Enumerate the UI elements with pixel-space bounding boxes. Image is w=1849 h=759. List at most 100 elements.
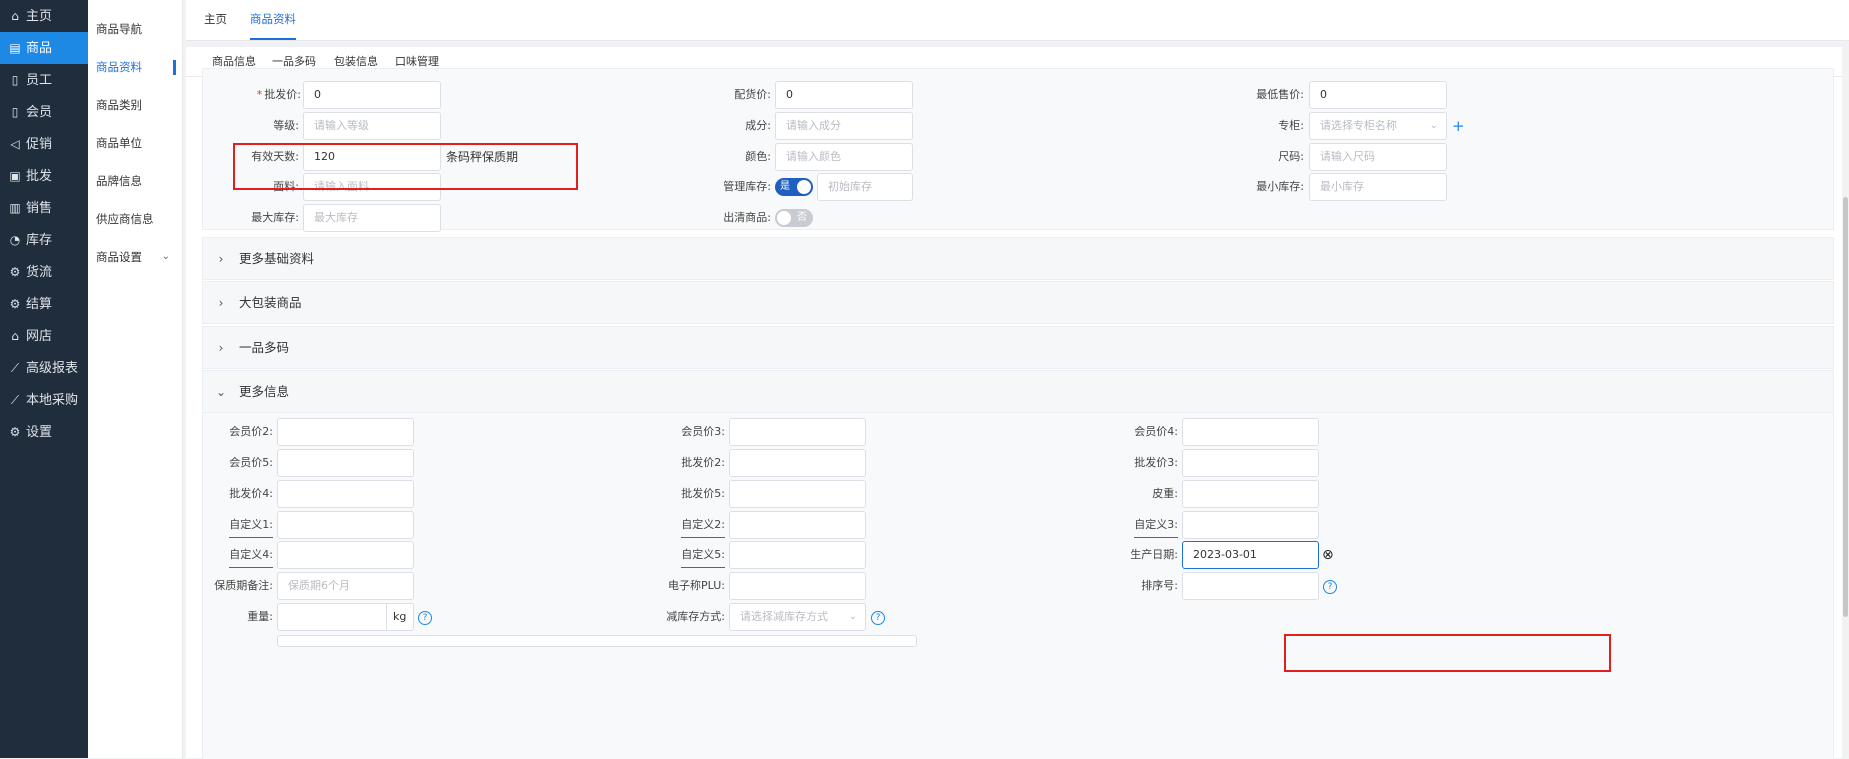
subnav-item-label: 商品导航 <box>96 22 142 36</box>
goods-subnav: 商品导航商品资料商品类别商品单位品牌信息供应商信息商品设置 ⌄ <box>88 0 183 758</box>
more-info-panel: 会员价2: 会员价3: 会员价4: 会员价5: 批发价2: 批发价3: 批发价4… <box>202 412 1834 759</box>
chevron-down-icon: ⌄ <box>1429 120 1438 131</box>
min-stock-input[interactable]: 最小库存 <box>1309 173 1447 201</box>
label-min-price: 最低售价: <box>1256 88 1304 101</box>
nav-item-0[interactable]: ⌂ 主页 <box>0 0 88 32</box>
nav-item-10[interactable]: ⌂ 网店 <box>0 320 88 352</box>
help-icon[interactable]: ? <box>871 611 885 625</box>
nav-item-7[interactable]: ◔ 库存 <box>0 224 88 256</box>
reduce-stock-method-select[interactable]: 请选择减库存方式 ⌄ <box>729 603 866 631</box>
report-icon: ⟋ <box>10 361 20 375</box>
settle-icon: ⚙ <box>9 297 21 311</box>
chevron-right-icon: › <box>218 341 224 355</box>
wholesale-price-3-input[interactable] <box>1182 449 1319 477</box>
chevron-right-icon: › <box>218 296 224 310</box>
subnav-item-2[interactable]: 商品类别 <box>88 86 182 124</box>
chevron-down-icon: ⌄ <box>848 611 857 622</box>
partial-input[interactable] <box>277 635 917 647</box>
label-clearance: 出清商品: <box>723 211 771 224</box>
nav-item-label: 促销 <box>26 137 53 152</box>
logistics-icon: ⚙ <box>9 265 21 279</box>
nav-item-2[interactable]: ▯ 员工 <box>0 64 88 96</box>
nav-item-1[interactable]: ▤ 商品 <box>0 32 88 64</box>
size-input[interactable]: 请输入尺码 <box>1309 143 1447 171</box>
production-date-input[interactable]: 2023-03-01 <box>1182 541 1319 569</box>
reduce-stock-placeholder: 请选择减库存方式 <box>740 610 828 623</box>
section-multi-code[interactable]: › 一品多码 <box>202 326 1834 369</box>
nav-item-label: 货流 <box>26 265 53 280</box>
nav-item-12[interactable]: ⟋ 本地采购 <box>0 384 88 416</box>
nav-item-11[interactable]: ⟋ 高级报表 <box>0 352 88 384</box>
subnav-item-label: 商品单位 <box>96 136 142 150</box>
stock-icon: ◔ <box>9 233 21 247</box>
section-more-basic[interactable]: › 更多基础资料 <box>202 237 1834 280</box>
section-multi-code-title: 一品多码 <box>239 340 290 355</box>
label-reduce-stock-method: 减库存方式: <box>666 610 725 623</box>
label-size: 尺码: <box>1278 150 1304 163</box>
label-custom-3[interactable]: 自定义3: <box>1134 513 1178 538</box>
tab-home[interactable]: 主页 <box>204 0 227 38</box>
nav-item-label: 商品 <box>26 41 53 56</box>
subnav-item-label: 商品类别 <box>96 98 142 112</box>
section-big-pack[interactable]: › 大包装商品 <box>202 281 1834 324</box>
nav-item-label: 高级报表 <box>26 361 79 376</box>
annotation-box <box>233 143 578 190</box>
top-tabs: 主页 商品资料 <box>186 0 1849 41</box>
min-price-input[interactable]: 0 <box>1309 81 1447 109</box>
nav-item-label: 结算 <box>26 297 53 312</box>
staff-icon: ▯ <box>11 73 19 87</box>
nav-item-label: 库存 <box>26 233 53 248</box>
purchase-icon: ⟋ <box>10 393 20 407</box>
scrollbar-thumb[interactable] <box>1843 197 1848 617</box>
subnav-item-label: 供应商信息 <box>96 212 154 226</box>
label-counter: 专柜: <box>1278 119 1304 132</box>
annotation-box <box>1284 634 1611 672</box>
subnav-item-label: 商品资料 <box>96 60 142 74</box>
help-icon[interactable]: ? <box>1323 580 1337 594</box>
sales-icon: ▥ <box>9 201 21 215</box>
home-icon: ⌂ <box>11 9 19 23</box>
label-min-stock: 最小库存: <box>1256 180 1304 193</box>
goods-icon: ▤ <box>9 41 21 55</box>
promo-icon: ◁ <box>10 137 20 151</box>
tab-goods-info[interactable]: 商品资料 <box>250 0 296 40</box>
label-production-date: 生产日期: <box>1130 548 1178 561</box>
section-big-pack-title: 大包装商品 <box>239 295 302 310</box>
subnav-item-6[interactable]: 商品设置 ⌄ <box>88 238 182 276</box>
settings-icon: ⚙ <box>9 425 21 439</box>
subnav-item-1[interactable]: 商品资料 <box>88 48 182 86</box>
section-more-info[interactable]: ⌄ 更多信息 <box>202 370 1834 413</box>
scrollbar[interactable] <box>1842 47 1849 758</box>
section-more-info-title: 更多信息 <box>239 384 290 399</box>
subnav-item-3[interactable]: 商品单位 <box>88 124 182 162</box>
nav-item-label: 会员 <box>26 105 53 120</box>
tare-input[interactable] <box>1182 480 1319 508</box>
clearance-toggle[interactable]: 否 <box>775 209 813 227</box>
nav-item-5[interactable]: ▣ 批发 <box>0 160 88 192</box>
nav-item-label: 销售 <box>26 201 53 216</box>
nav-item-13[interactable]: ⚙ 设置 <box>0 416 88 448</box>
nav-item-8[interactable]: ⚙ 货流 <box>0 256 88 288</box>
nav-item-9[interactable]: ⚙ 结算 <box>0 288 88 320</box>
counter-select[interactable]: 请选择专柜名称 ⌄ <box>1309 112 1447 140</box>
custom-3-input[interactable] <box>1182 511 1319 539</box>
main-nav: ⌂ 主页 ▤ 商品 ▯ 员工 ▯ 会员 ◁ 促销 ▣ 批发 ▥ 销售 ◔ 库存 ⚙ 货流 ⚙ 结算 ⌂ 网店 ⟋ 高级报表 ⟋ 本… <box>0 0 88 758</box>
subnav-item-4[interactable]: 品牌信息 <box>88 162 182 200</box>
label-member-price-4: 会员价4: <box>1134 425 1178 438</box>
nav-item-label: 批发 <box>26 169 53 184</box>
subnav-item-5[interactable]: 供应商信息 <box>88 200 182 238</box>
clear-icon[interactable]: ⊗ <box>1322 541 1334 569</box>
member-price-4-input[interactable] <box>1182 418 1319 446</box>
subnav-item-0[interactable]: 商品导航 <box>88 10 182 48</box>
nav-item-6[interactable]: ▥ 销售 <box>0 192 88 224</box>
nav-item-label: 本地采购 <box>26 393 79 408</box>
subnav-item-label: 品牌信息 <box>96 174 142 188</box>
chevron-down-icon: ⌄ <box>161 251 170 262</box>
chevron-right-icon: › <box>218 252 224 266</box>
nav-item-label: 网店 <box>26 329 53 344</box>
nav-item-label: 设置 <box>26 425 53 440</box>
sort-number-input[interactable] <box>1182 572 1319 600</box>
add-icon[interactable]: + <box>1452 112 1465 140</box>
nav-item-4[interactable]: ◁ 促销 <box>0 128 88 160</box>
nav-item-3[interactable]: ▯ 会员 <box>0 96 88 128</box>
